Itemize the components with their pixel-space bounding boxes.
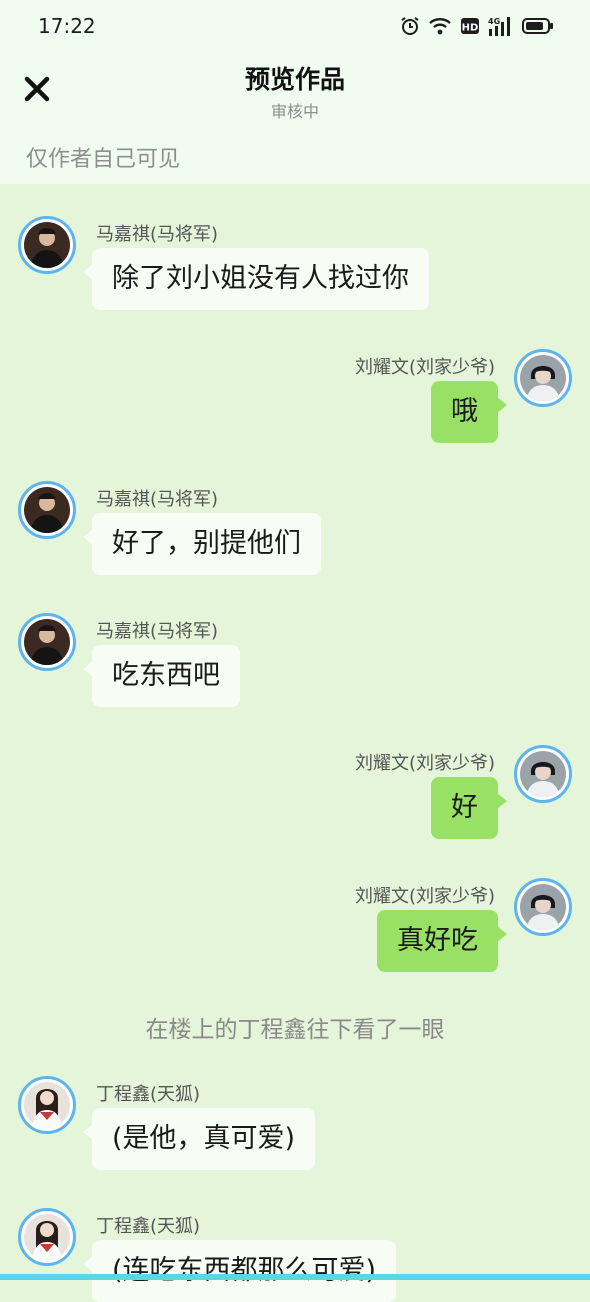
status-icons: HD 4G	[400, 14, 554, 38]
sender-name: 马嘉祺(马将军)	[96, 621, 219, 642]
page-title: 预览作品	[244, 65, 345, 94]
avatar[interactable]	[18, 216, 76, 274]
message-bubble[interactable]: 好	[431, 777, 507, 839]
wifi-icon	[428, 16, 452, 36]
sender-name: 马嘉祺(马将军)	[96, 489, 219, 510]
message-bubble[interactable]: (连吃东西都那么可爱)	[82, 1240, 397, 1302]
avatar[interactable]	[18, 1076, 76, 1134]
message-bubble[interactable]: 真好吃	[377, 910, 507, 972]
visibility-note: 仅作者自己可见	[26, 147, 181, 172]
avatar[interactable]	[18, 481, 76, 539]
sender-name: 刘耀文(刘家少爷)	[354, 357, 495, 378]
avatar[interactable]	[18, 1208, 76, 1266]
message-bubble[interactable]: (是他，真可爱)	[82, 1108, 316, 1170]
review-status: 审核中	[270, 102, 319, 121]
battery-icon	[522, 17, 554, 35]
message-bubble[interactable]: 好了，别提他们	[83, 513, 321, 575]
message-bubble[interactable]: 除了刘小姐没有人找过你	[83, 248, 429, 310]
alarm-icon	[400, 16, 420, 36]
narration-text: 在楼上的丁程鑫往下看了一眼	[145, 1017, 445, 1043]
status-time: 17:22	[38, 14, 96, 38]
sender-name: 丁程鑫(天狐)	[96, 1216, 201, 1237]
avatar[interactable]	[514, 745, 572, 803]
avatar[interactable]	[514, 878, 572, 936]
message-bubble[interactable]: 吃东西吧	[83, 645, 240, 707]
avatar[interactable]	[18, 613, 76, 671]
4g-signal-icon: 4G	[488, 15, 514, 37]
bottom-indicator	[0, 1274, 590, 1280]
message-bubble[interactable]: 哦	[431, 381, 507, 443]
svg-text:HD: HD	[462, 23, 479, 34]
sender-name: 刘耀文(刘家少爷)	[354, 886, 495, 907]
top-bar: 17:22 HD 4G 预览作品 审核中 仅作者自己可见	[0, 0, 590, 184]
sender-name: 丁程鑫(天狐)	[96, 1084, 201, 1105]
svg-text:4G: 4G	[488, 17, 500, 26]
hd-icon: HD	[460, 16, 480, 36]
sender-name: 刘耀文(刘家少爷)	[354, 753, 495, 774]
avatar[interactable]	[514, 349, 572, 407]
sender-name: 马嘉祺(马将军)	[96, 224, 219, 245]
